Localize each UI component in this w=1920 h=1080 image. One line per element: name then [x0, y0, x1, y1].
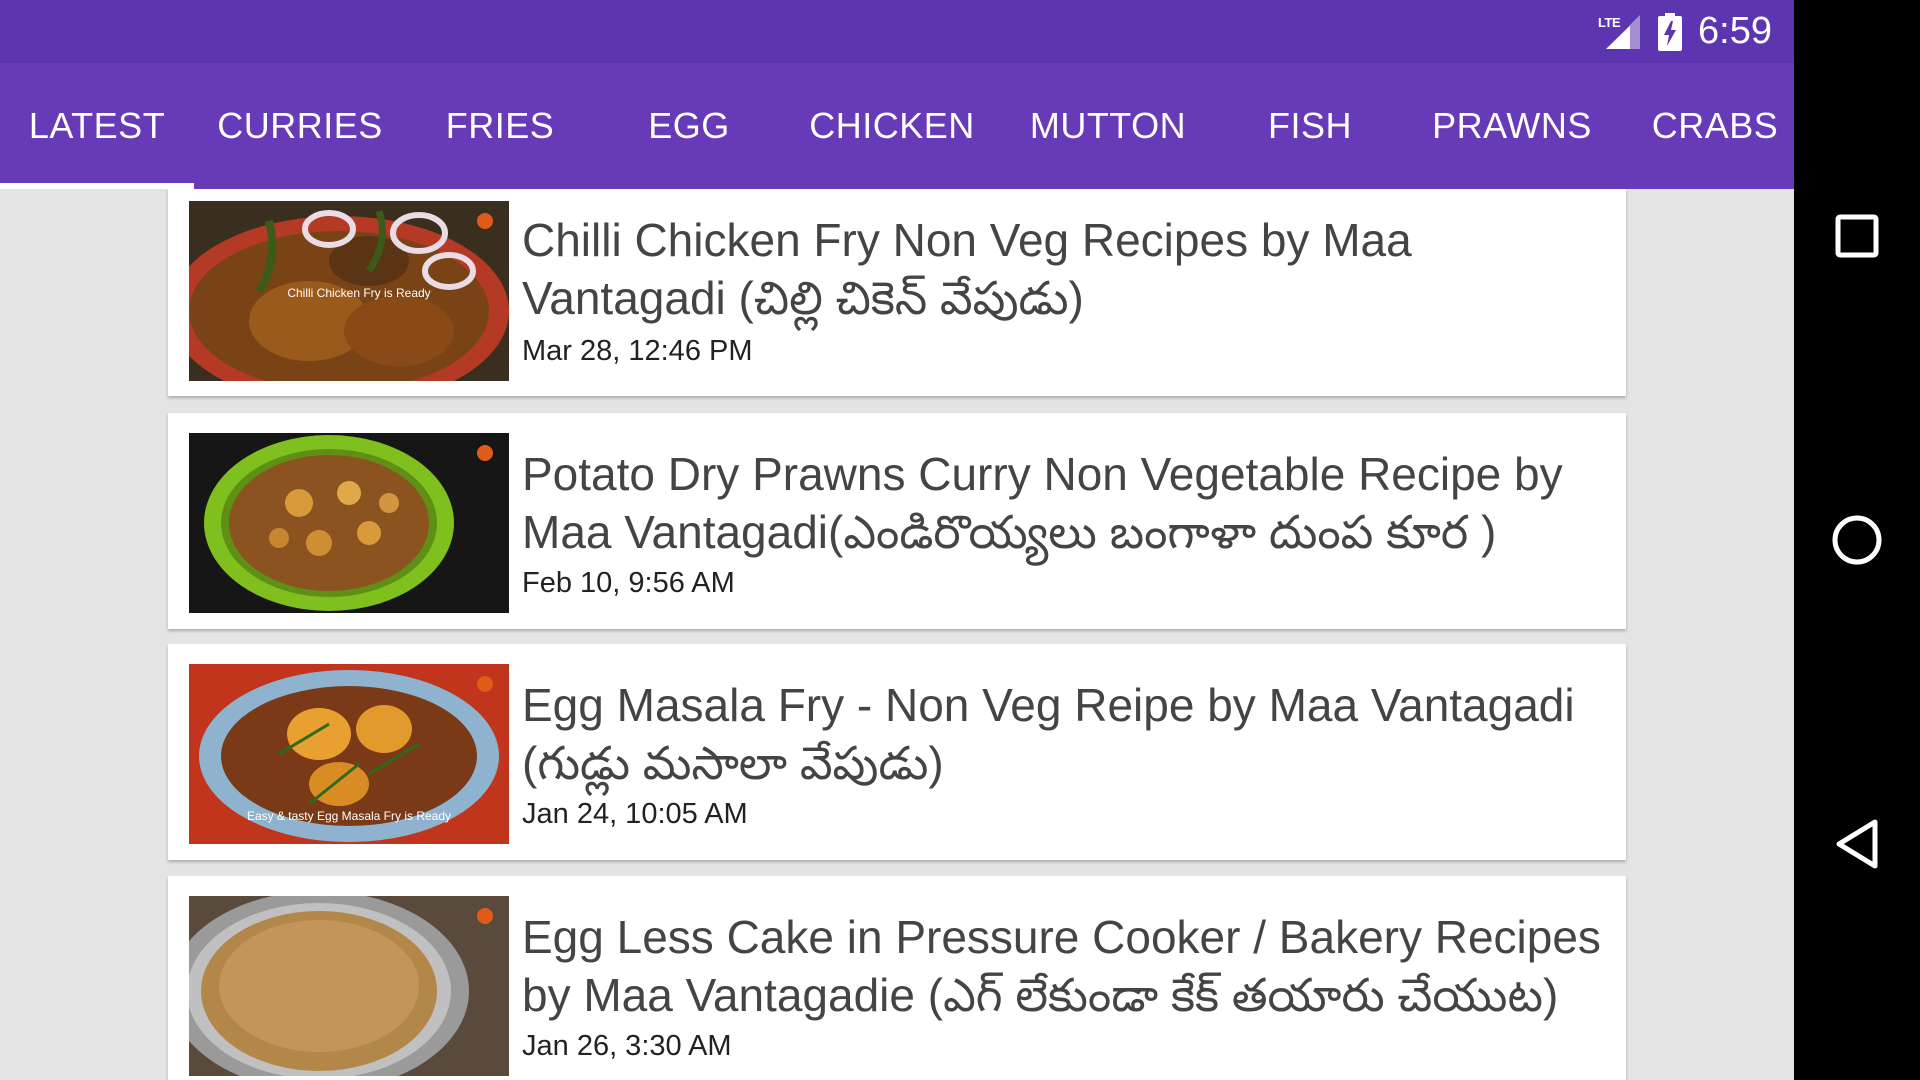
- tab-fish[interactable]: FISH: [1215, 63, 1405, 189]
- thumbnail-caption: Chilli Chicken Fry is Ready: [287, 286, 430, 300]
- video-date: Jan 26, 3:30 AM: [522, 1030, 732, 1062]
- tab-curries[interactable]: CURRIES: [204, 63, 396, 189]
- tab-egg[interactable]: EGG: [594, 63, 784, 189]
- video-thumbnail[interactable]: Easy & tasty Egg Masala Fry is Ready: [189, 664, 509, 844]
- home-circle-icon: [1832, 515, 1882, 565]
- selected-tab-indicator: [0, 183, 194, 189]
- video-title-line: Egg Less Cake in Pressure Cooker / Baker…: [522, 911, 1601, 963]
- video-card[interactable]: Chilli Chicken Fry is Ready Chilli Chick…: [168, 189, 1626, 396]
- tab-latest[interactable]: LATEST: [0, 63, 194, 189]
- back-button[interactable]: [1827, 814, 1887, 874]
- video-title: Potato Dry Prawns Curry Non Vegetable Re…: [522, 445, 1612, 561]
- video-title: Egg Less Cake in Pressure Cooker / Baker…: [522, 908, 1612, 1024]
- video-thumbnail[interactable]: [189, 433, 509, 613]
- video-title-line: by Maa Vantagadie (ఎగ్ లేకుండా కేక్ తయార…: [522, 969, 1559, 1021]
- video-title-line: Vantagadi (చిల్లి చికెన్ వేపుడు): [522, 272, 1084, 324]
- network-type-label: LTE: [1598, 14, 1621, 30]
- home-button[interactable]: [1827, 510, 1887, 570]
- video-title-line: Egg Masala Fry - Non Veg Reipe by Maa Va…: [522, 679, 1575, 731]
- tab-prawns[interactable]: PRAWNS: [1412, 63, 1612, 189]
- recents-button[interactable]: [1827, 206, 1887, 266]
- video-date: Jan 24, 10:05 AM: [522, 798, 748, 830]
- video-title-line: Potato Dry Prawns Curry Non Vegetable Re…: [522, 448, 1563, 500]
- video-thumbnail[interactable]: Chilli Chicken Fry is Ready: [189, 201, 509, 381]
- video-thumbnail[interactable]: [189, 896, 509, 1076]
- status-bar: LTE 6:59: [0, 0, 1794, 63]
- video-title-line: (గుడ్లు మసాలా వేపుడు): [522, 737, 944, 789]
- battery-charging-icon: [1658, 12, 1683, 51]
- lte-signal-icon: LTE: [1596, 13, 1642, 51]
- tab-mutton[interactable]: MUTTON: [1008, 63, 1208, 189]
- video-title-line: Maa Vantagadi(ఎండిరొయ్యలు బంగాళా దుంప కూ…: [522, 506, 1497, 558]
- video-date: Mar 28, 12:46 PM: [522, 335, 753, 367]
- tab-crabs[interactable]: CRABS: [1620, 63, 1794, 189]
- thumbnail-caption: Easy & tasty Egg Masala Fry is Ready: [247, 809, 451, 823]
- system-navigation-bar: [1794, 0, 1920, 1080]
- recents-square-icon: [1835, 214, 1879, 258]
- video-title-line: Chilli Chicken Fry Non Veg Recipes by Ma…: [522, 214, 1412, 266]
- status-icons: LTE 6:59: [1596, 0, 1772, 63]
- video-title: Egg Masala Fry - Non Veg Reipe by Maa Va…: [522, 676, 1612, 792]
- clock: 6:59: [1698, 10, 1772, 52]
- back-triangle-icon: [1836, 819, 1878, 869]
- video-card[interactable]: Potato Dry Prawns Curry Non Vegetable Re…: [168, 413, 1626, 629]
- tab-fries[interactable]: FRIES: [405, 63, 595, 189]
- video-date: Feb 10, 9:56 AM: [522, 567, 735, 599]
- video-title: Chilli Chicken Fry Non Veg Recipes by Ma…: [522, 211, 1612, 327]
- category-tab-bar: LATEST CURRIES FRIES EGG CHICKEN MUTTON …: [0, 63, 1794, 189]
- video-card[interactable]: Easy & tasty Egg Masala Fry is Ready Egg…: [168, 644, 1626, 860]
- video-card[interactable]: Egg Less Cake in Pressure Cooker / Baker…: [168, 876, 1626, 1080]
- tab-chicken[interactable]: CHICKEN: [792, 63, 992, 189]
- app-root: LTE 6:59 LATEST CURRIES FRIES EGG CHICKE…: [0, 0, 1794, 1080]
